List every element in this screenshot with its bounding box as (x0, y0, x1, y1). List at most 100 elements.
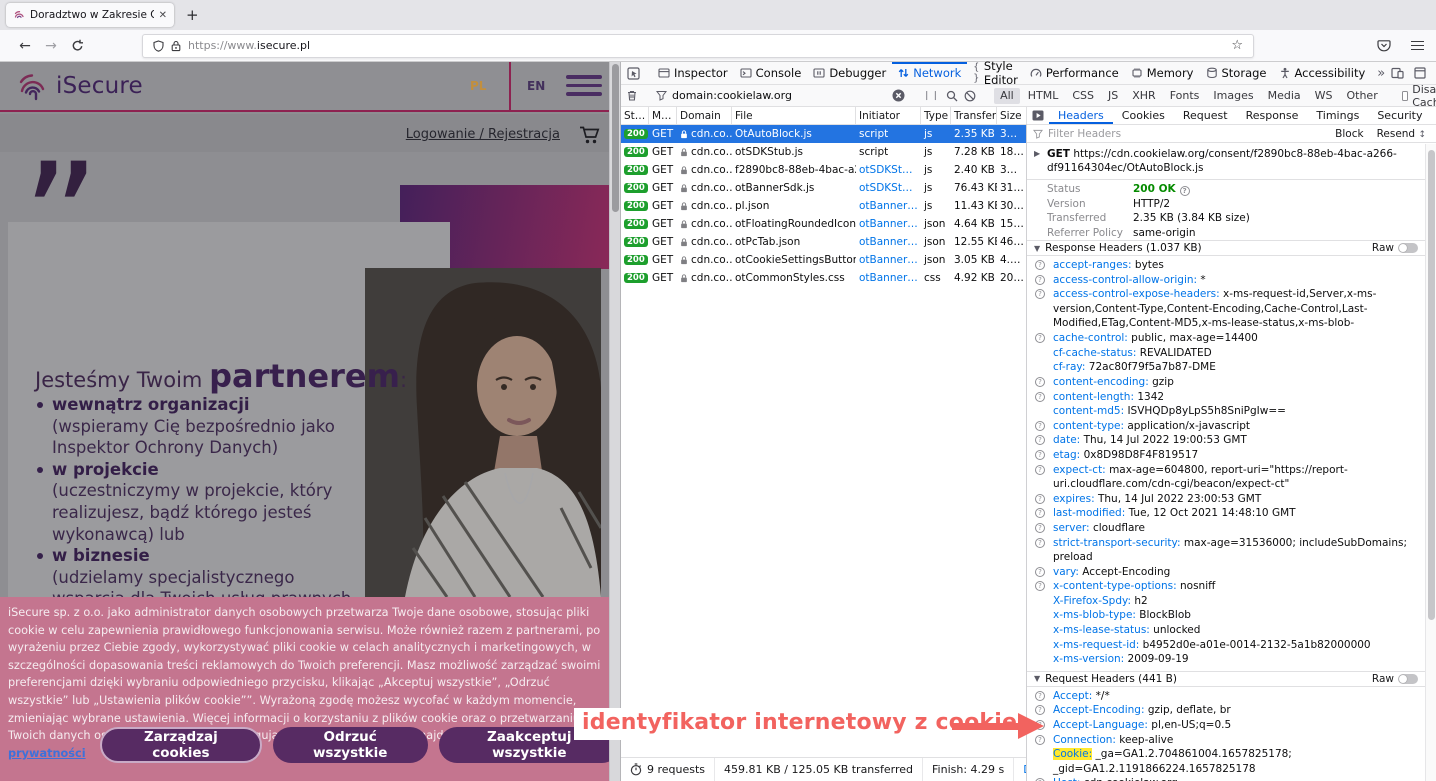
response-header-row[interactable]: ?access-control-expose-headers: x-ms-req… (1027, 287, 1425, 331)
filter-headers-input[interactable]: Filter Headers (1048, 128, 1121, 140)
url-bar[interactable]: https://www.isecure.pl ☆ (142, 34, 1254, 58)
network-request-row[interactable]: 200GETcdn.co…OtAutoBlock.jsscriptjs2.35 … (621, 125, 1026, 143)
raw-toggle[interactable] (1398, 674, 1418, 684)
response-header-row[interactable]: ?accept-ranges: bytes (1027, 258, 1425, 273)
filter-pill-ws[interactable]: WS (1309, 88, 1339, 104)
response-header-row[interactable]: ?vary: Accept-Encoding (1027, 565, 1425, 580)
response-header-row[interactable]: ?expires: Thu, 14 Jul 2022 23:00:53 GMT (1027, 492, 1425, 507)
help-icon[interactable]: ? (1035, 275, 1045, 285)
lock-icon[interactable] (171, 40, 181, 52)
manage-cookies-button[interactable]: Zarządzaj cookies (100, 727, 262, 763)
details-tab-cookies[interactable]: Cookies (1113, 107, 1174, 124)
network-request-row[interactable]: 200GETcdn.co…otFloatingRoundedIcon.jsono… (621, 215, 1026, 233)
devtools-tab-network[interactable]: Network (892, 62, 967, 84)
headers-scrollbar-thumb[interactable] (1428, 150, 1435, 620)
filter-pill-xhr[interactable]: XHR (1126, 88, 1161, 104)
column-header-file[interactable]: File (732, 107, 856, 124)
help-icon[interactable]: ? (1035, 465, 1045, 475)
app-menu-icon[interactable] (1411, 41, 1424, 51)
lang-switch-pl[interactable]: PL (470, 79, 486, 93)
column-header-domain[interactable]: Domain (677, 107, 732, 124)
request-header-row[interactable]: ?Accept: */* (1027, 689, 1425, 704)
help-icon[interactable]: ? (1035, 392, 1045, 402)
response-header-row[interactable]: ?content-encoding: gzip (1027, 375, 1425, 390)
column-header-m[interactable]: M… (649, 107, 677, 124)
column-header-transferred[interactable]: Transferred (951, 107, 997, 124)
details-tab-headers[interactable]: Headers (1049, 107, 1113, 124)
response-header-row[interactable]: ?last-modified: Tue, 12 Oct 2021 14:48:1… (1027, 506, 1425, 521)
tab-close-icon[interactable]: ✕ (159, 10, 167, 21)
help-icon[interactable]: ? (1035, 260, 1045, 270)
network-request-row[interactable]: 200GETcdn.co…otCommonStyles.cssotBanner…… (621, 269, 1026, 287)
site-logo[interactable]: iSecure (14, 69, 143, 103)
devtools-tab-accessibility[interactable]: Accessibility (1273, 62, 1372, 84)
response-header-row[interactable]: ?access-control-allow-origin: * (1027, 273, 1425, 288)
raw-toggle[interactable] (1398, 243, 1418, 253)
browser-tab[interactable]: Doradztwo w Zakresie Ochrony Dany ✕ (6, 3, 174, 27)
site-menu-icon[interactable] (566, 75, 602, 96)
shield-icon[interactable] (153, 40, 164, 52)
devtools-tab-memory[interactable]: Memory (1125, 62, 1200, 84)
help-icon[interactable]: ? (1035, 421, 1045, 431)
responsive-design-icon[interactable] (1391, 67, 1404, 79)
filter-pill-html[interactable]: HTML (1022, 88, 1065, 104)
details-tab-timings[interactable]: Timings (1307, 107, 1368, 124)
filter-pill-all[interactable]: All (994, 88, 1020, 104)
request-header-row[interactable]: ?Accept-Encoding: gzip, deflate, br (1027, 703, 1425, 718)
filter-pill-images[interactable]: Images (1207, 88, 1259, 104)
details-tab-response[interactable]: Response (1237, 107, 1308, 124)
help-icon[interactable]: ? (1035, 523, 1045, 533)
help-icon[interactable]: ? (1035, 435, 1045, 445)
filter-pill-media[interactable]: Media (1262, 88, 1307, 104)
login-register-link[interactable]: Logowanie / Rejestracja (406, 127, 560, 142)
pause-traffic-icon[interactable]: ❘❘ (923, 91, 940, 101)
help-icon[interactable]: ? (1035, 289, 1045, 299)
forward-icon[interactable]: → (38, 38, 64, 54)
cart-icon[interactable] (578, 124, 602, 146)
lang-switch-en[interactable]: EN (527, 79, 545, 93)
network-request-row[interactable]: 200GETcdn.co…pl.jsonotBanner…js11.43 KB3… (621, 197, 1026, 215)
response-header-row[interactable]: ?cache-control: public, max-age=14400 (1027, 331, 1425, 346)
response-header-row[interactable]: x-ms-blob-type: BlockBlob (1027, 608, 1425, 623)
filter-pill-js[interactable]: JS (1102, 88, 1124, 104)
response-headers-section[interactable]: ▼ Response Headers (1.037 KB) Raw (1027, 240, 1425, 256)
waterfall-play-icon[interactable] (1032, 110, 1044, 121)
clear-requests-trash-icon[interactable] (626, 89, 638, 102)
bookmark-star-icon[interactable]: ☆ (1231, 38, 1243, 53)
help-icon[interactable]: ? (1035, 377, 1045, 387)
details-tab-security[interactable]: Security (1368, 107, 1431, 124)
column-header-st[interactable]: St… (621, 107, 649, 124)
separate-window-icon[interactable] (1414, 67, 1426, 79)
devtools-tab-storage[interactable]: Storage (1200, 62, 1273, 84)
page-scrollbar[interactable] (609, 62, 620, 781)
response-header-row[interactable]: cf-cache-status: REVALIDATED (1027, 346, 1425, 361)
response-header-row[interactable]: ?content-type: application/x-javascript (1027, 419, 1425, 434)
help-icon[interactable]: ? (1035, 450, 1045, 460)
filter-pill-fonts[interactable]: Fonts (1164, 88, 1206, 104)
search-icon[interactable] (946, 90, 958, 102)
devtools-tab-inspector[interactable]: Inspector (652, 62, 734, 84)
response-header-row[interactable]: ?x-content-type-options: nosniff (1027, 579, 1425, 594)
request-headers-section[interactable]: ▼ Request Headers (441 B) Raw (1027, 671, 1425, 687)
help-icon[interactable]: ? (1035, 581, 1045, 591)
response-header-row[interactable]: ?content-length: 1342 (1027, 390, 1425, 405)
help-icon[interactable]: ? (1035, 567, 1045, 577)
block-url-button[interactable]: Block (1331, 128, 1367, 140)
response-header-row[interactable]: x-ms-lease-status: unlocked (1027, 623, 1425, 638)
help-icon[interactable]: ? (1035, 508, 1045, 518)
headers-scrollbar[interactable] (1425, 144, 1436, 781)
column-header-type[interactable]: Type (921, 107, 951, 124)
new-tab-button[interactable]: + (186, 6, 199, 24)
help-icon[interactable]: ? (1035, 333, 1045, 343)
resend-button[interactable]: Resend ↕ (1373, 128, 1430, 140)
response-header-row[interactable]: ?etag: 0x8D98D8F4F819517 (1027, 448, 1425, 463)
help-icon[interactable]: ? (1035, 691, 1045, 701)
more-tabs-chevrons-icon[interactable]: » (1371, 66, 1391, 81)
response-header-row[interactable]: ?date: Thu, 14 Jul 2022 19:00:53 GMT (1027, 433, 1425, 448)
devtools-tab-debugger[interactable]: Debugger (807, 62, 892, 84)
pocket-icon[interactable] (1377, 39, 1391, 52)
response-header-row[interactable]: x-ms-version: 2009-09-19 (1027, 652, 1425, 667)
column-header-size[interactable]: Size (997, 107, 1027, 124)
column-header-initiator[interactable]: Initiator (856, 107, 921, 124)
block-request-icon[interactable] (964, 90, 976, 102)
